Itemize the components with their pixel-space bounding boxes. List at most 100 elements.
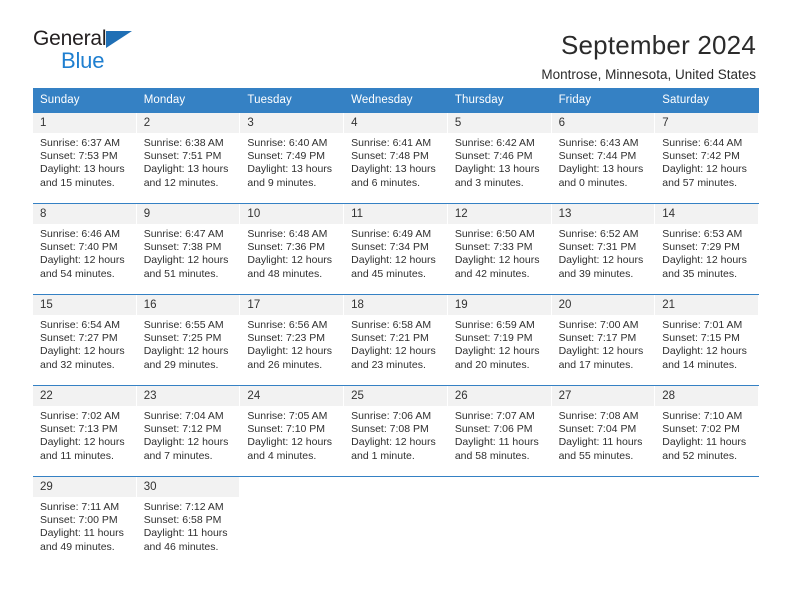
calendar-day-cell[interactable]: 7 Sunrise: 6:44 AM Sunset: 7:42 PM Daylight… [655, 113, 759, 203]
calendar-day-cell[interactable]: 16 Sunrise: 6:55 AM Sunset: 7:25 PM Dayligh… [136, 295, 241, 385]
daylight-text-line2: and 29 minutes. [143, 358, 219, 371]
weekday-header-row: Sunday Monday Tuesday Wednesday Thursday… [33, 88, 759, 112]
day-number: 13 [551, 204, 655, 224]
calendar-day-cell[interactable]: 12 Sunrise: 6:50 AM Sunset: 7:33 PM Dayligh… [447, 204, 552, 294]
day-sun-info: Sunrise: 6:49 AM Sunset: 7:34 PM Daylight:… [344, 224, 447, 285]
daylight-text-line1: Daylight: 11 hours [558, 436, 643, 449]
sunset-text: Sunset: 7:25 PM [143, 332, 222, 345]
calendar-day-cell[interactable]: 15 Sunrise: 6:54 AM Sunset: 7:27 PM Dayligh… [33, 295, 137, 385]
day-sun-info: Sunrise: 6:48 AM Sunset: 7:36 PM Daylight:… [240, 224, 343, 285]
daylight-text-line2: and 49 minutes. [40, 540, 115, 553]
calendar-day-cell-empty [240, 477, 345, 567]
daylight-text-line1: Daylight: 13 hours [247, 163, 333, 176]
daylight-text-line2: and 46 minutes. [143, 540, 219, 553]
calendar-day-cell[interactable]: 3 Sunrise: 6:40 AM Sunset: 7:49 PM Daylight… [240, 113, 345, 203]
daylight-text-line2: and 0 minutes. [558, 176, 628, 189]
calendar-week-row: 29 Sunrise: 7:11 AM Sunset: 7:00 PM Dayligh… [33, 476, 759, 567]
sunrise-text: Sunrise: 6:47 AM [143, 228, 224, 240]
day-number [447, 477, 551, 483]
day-sun-info: Sunrise: 6:53 AM Sunset: 7:29 PM Daylight:… [655, 224, 758, 285]
day-sun-info: Sunrise: 6:38 AM Sunset: 7:51 PM Daylight:… [137, 133, 240, 194]
calendar-day-cell[interactable]: 25 Sunrise: 7:06 AM Sunset: 7:08 PM Dayligh… [344, 386, 448, 476]
calendar-day-cell[interactable]: 19 Sunrise: 6:59 AM Sunset: 7:19 PM Dayligh… [447, 295, 552, 385]
title-block: September 2024 Montrose, Minnesota, Unit… [541, 28, 756, 84]
calendar-day-cell[interactable]: 10 Sunrise: 6:48 AM Sunset: 7:36 PM Dayligh… [240, 204, 345, 294]
daylight-text-line1: Daylight: 11 hours [454, 436, 539, 449]
day-number: 28 [655, 386, 758, 406]
day-sun-info: Sunrise: 6:43 AM Sunset: 7:44 PM Daylight:… [552, 133, 655, 194]
calendar-day-cell-empty [447, 477, 552, 567]
day-number: 1 [33, 113, 136, 133]
calendar-day-cell[interactable]: 28 Sunrise: 7:10 AM Sunset: 7:02 PM Dayligh… [655, 386, 759, 476]
sunset-text: Sunset: 7:48 PM [351, 150, 429, 163]
day-sun-info: Sunrise: 6:59 AM Sunset: 7:19 PM Daylight:… [448, 315, 551, 376]
calendar-day-cell[interactable]: 21 Sunrise: 7:01 AM Sunset: 7:15 PM Dayligh… [655, 295, 759, 385]
calendar-day-cell[interactable]: 8 Sunrise: 6:46 AM Sunset: 7:40 PM Daylight… [33, 204, 137, 294]
day-sun-info: Sunrise: 7:11 AM Sunset: 7:00 PM Daylight:… [33, 497, 136, 558]
day-sun-info: Sunrise: 6:55 AM Sunset: 7:25 PM Daylight:… [137, 315, 240, 376]
sunset-text: Sunset: 7:21 PM [351, 332, 429, 345]
daylight-text-line2: and 48 minutes. [247, 267, 323, 280]
calendar-day-cell[interactable]: 13 Sunrise: 6:52 AM Sunset: 7:31 PM Dayligh… [551, 204, 656, 294]
calendar-day-cell[interactable]: 4 Sunrise: 6:41 AM Sunset: 7:48 PM Daylight… [344, 113, 448, 203]
day-number: 19 [447, 295, 551, 315]
sunset-text: Sunset: 7:49 PM [247, 150, 326, 163]
day-number [551, 477, 655, 483]
generalblue-logo[interactable]: General Blue [33, 28, 133, 72]
calendar-day-cell[interactable]: 9 Sunrise: 6:47 AM Sunset: 7:38 PM Daylight… [136, 204, 241, 294]
day-number: 14 [655, 204, 758, 224]
daylight-text-line2: and 15 minutes. [40, 176, 115, 189]
day-sun-info: Sunrise: 6:52 AM Sunset: 7:31 PM Daylight:… [552, 224, 655, 285]
sunset-text: Sunset: 7:46 PM [454, 150, 533, 163]
day-number [344, 477, 447, 483]
day-number [655, 477, 758, 483]
calendar-day-cell[interactable]: 30 Sunrise: 7:12 AM Sunset: 6:58 PM Dayligh… [136, 477, 241, 567]
weekday-monday: Monday [143, 94, 186, 106]
calendar-day-cell[interactable]: 6 Sunrise: 6:43 AM Sunset: 7:44 PM Daylight… [551, 113, 656, 203]
daylight-text-line2: and 39 minutes. [558, 267, 634, 280]
daylight-text-line2: and 42 minutes. [454, 267, 530, 280]
calendar-day-cell[interactable]: 23 Sunrise: 7:04 AM Sunset: 7:12 PM Dayligh… [136, 386, 241, 476]
sunrise-text: Sunrise: 7:01 AM [662, 319, 743, 331]
calendar-day-cell[interactable]: 26 Sunrise: 7:07 AM Sunset: 7:06 PM Dayligh… [447, 386, 552, 476]
calendar-day-cell[interactable]: 20 Sunrise: 7:00 AM Sunset: 7:17 PM Dayligh… [551, 295, 656, 385]
calendar-day-cell[interactable]: 27 Sunrise: 7:08 AM Sunset: 7:04 PM Dayligh… [551, 386, 656, 476]
calendar-day-cell[interactable]: 17 Sunrise: 6:56 AM Sunset: 7:23 PM Dayligh… [240, 295, 345, 385]
calendar-day-cell[interactable]: 11 Sunrise: 6:49 AM Sunset: 7:34 PM Dayligh… [344, 204, 448, 294]
sunrise-text: Sunrise: 6:56 AM [247, 319, 328, 331]
calendar-day-cell[interactable]: 14 Sunrise: 6:53 AM Sunset: 7:29 PM Dayligh… [655, 204, 759, 294]
calendar-day-cell[interactable]: 5 Sunrise: 6:42 AM Sunset: 7:46 PM Daylight… [447, 113, 552, 203]
day-number: 6 [551, 113, 655, 133]
day-number: 15 [33, 295, 136, 315]
page-header: General Blue September 2024 Montrose, Mi… [0, 0, 792, 82]
weekday-saturday: Saturday [662, 94, 710, 106]
day-number: 16 [136, 295, 240, 315]
sunset-text: Sunset: 7:08 PM [351, 423, 429, 436]
calendar-day-cell[interactable]: 18 Sunrise: 6:58 AM Sunset: 7:21 PM Dayligh… [344, 295, 448, 385]
daylight-text-line1: Daylight: 11 hours [662, 436, 747, 449]
sunset-text: Sunset: 7:29 PM [662, 241, 740, 254]
daylight-text-line2: and 7 minutes. [143, 449, 213, 462]
triangle-icon [106, 31, 133, 48]
daylight-text-line2: and 12 minutes. [143, 176, 219, 189]
daylight-text-line1: Daylight: 12 hours [247, 436, 333, 449]
day-number: 8 [33, 204, 136, 224]
daylight-text-line2: and 20 minutes. [454, 358, 530, 371]
calendar-day-cell[interactable]: 2 Sunrise: 6:38 AM Sunset: 7:51 PM Daylight… [136, 113, 241, 203]
day-number: 3 [240, 113, 344, 133]
day-number: 4 [344, 113, 447, 133]
day-sun-info: Sunrise: 7:00 AM Sunset: 7:17 PM Daylight:… [552, 315, 655, 376]
calendar-day-cell[interactable]: 22 Sunrise: 7:02 AM Sunset: 7:13 PM Dayligh… [33, 386, 137, 476]
calendar-day-cell[interactable]: 29 Sunrise: 7:11 AM Sunset: 7:00 PM Dayligh… [33, 477, 137, 567]
sunset-text: Sunset: 7:02 PM [662, 423, 740, 436]
sunrise-text: Sunrise: 6:41 AM [351, 137, 432, 149]
sunrise-text: Sunrise: 6:42 AM [454, 137, 535, 149]
day-sun-info: Sunrise: 6:42 AM Sunset: 7:46 PM Daylight:… [448, 133, 551, 194]
calendar-day-cell[interactable]: 1 Sunrise: 6:37 AM Sunset: 7:53 PM Daylight… [33, 113, 137, 203]
day-sun-info: Sunrise: 6:56 AM Sunset: 7:23 PM Daylight:… [240, 315, 343, 376]
day-sun-info: Sunrise: 7:04 AM Sunset: 7:12 PM Daylight:… [137, 406, 240, 467]
daylight-text-line2: and 23 minutes. [351, 358, 426, 371]
calendar-day-cell-empty [551, 477, 656, 567]
calendar-day-cell[interactable]: 24 Sunrise: 7:05 AM Sunset: 7:10 PM Dayligh… [240, 386, 345, 476]
sunrise-text: Sunrise: 6:50 AM [454, 228, 535, 240]
